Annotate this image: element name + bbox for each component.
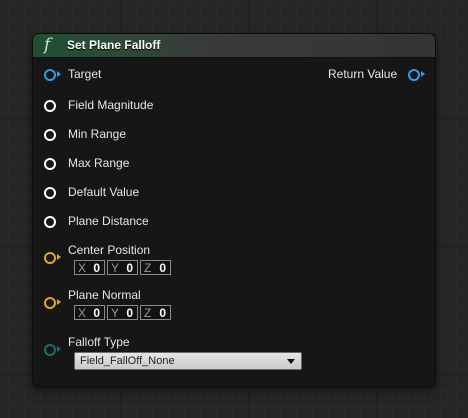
center-position-z-field[interactable]: Z 0 (140, 260, 171, 275)
x-value: 0 (93, 306, 100, 320)
field-magnitude-label: Field Magnitude (68, 98, 154, 112)
z-value: 0 (159, 306, 166, 320)
plane-normal-vector: X 0 Y 0 Z 0 (74, 305, 174, 321)
field-magnitude-pin[interactable] (44, 100, 56, 112)
max-range-pin[interactable] (44, 158, 56, 170)
node-header[interactable]: f Set Plane Falloff (33, 34, 435, 58)
y-axis-label: Y (111, 306, 120, 320)
z-axis-label: Z (144, 306, 152, 320)
plane-normal-y-field[interactable]: Y 0 (107, 305, 138, 320)
y-value: 0 (126, 306, 133, 320)
plane-distance-label: Plane Distance (68, 214, 149, 228)
falloff-type-label: Falloff Type (68, 335, 130, 349)
pin-arrow-icon (57, 254, 61, 260)
target-pin[interactable] (44, 69, 56, 81)
node-title: Set Plane Falloff (67, 38, 161, 52)
pin-row-plane-distance: Plane Distance (33, 213, 233, 229)
x-axis-label: X (78, 261, 87, 275)
y-value: 0 (126, 261, 133, 275)
pin-arrow-icon (57, 346, 61, 352)
plane-normal-x-field[interactable]: X 0 (74, 305, 105, 320)
plane-distance-pin[interactable] (44, 216, 56, 228)
pin-arrow-icon (57, 71, 61, 77)
function-icon: f (44, 35, 51, 55)
return-value-label: Return Value (328, 67, 398, 81)
target-label: Target (68, 67, 102, 81)
pin-row-falloff-type: Falloff Type (33, 334, 233, 350)
y-axis-label: Y (111, 261, 120, 275)
pin-row-max-range: Max Range (33, 155, 233, 171)
falloff-type-dropdown[interactable]: Field_FallOff_None (74, 352, 302, 370)
center-position-x-field[interactable]: X 0 (74, 260, 105, 275)
center-position-vector: X 0 Y 0 Z 0 (74, 260, 174, 276)
plane-normal-label: Plane Normal (68, 288, 141, 302)
center-position-y-field[interactable]: Y 0 (107, 260, 138, 275)
pin-row-field-magnitude: Field Magnitude (33, 97, 233, 113)
plane-normal-pin[interactable] (44, 297, 56, 309)
pin-row-plane-normal: Plane Normal (33, 287, 233, 303)
center-position-label: Center Position (68, 243, 151, 257)
falloff-type-selected: Field_FallOff_None (80, 355, 175, 367)
pin-row-default-value: Default Value (33, 184, 233, 200)
pin-arrow-icon (421, 71, 425, 77)
pin-row-target: Target (33, 66, 233, 82)
pin-row-center-position: Center Position (33, 242, 233, 258)
blueprint-node-set-plane-falloff[interactable]: f Set Plane Falloff Target Return Value … (33, 34, 435, 386)
min-range-label: Min Range (68, 127, 127, 141)
center-position-pin[interactable] (44, 252, 56, 264)
pin-arrow-icon (57, 299, 61, 305)
z-axis-label: Z (144, 261, 152, 275)
max-range-label: Max Range (68, 156, 130, 170)
return-value-pin[interactable] (408, 69, 420, 81)
pin-row-min-range: Min Range (33, 126, 233, 142)
x-value: 0 (93, 261, 100, 275)
z-value: 0 (159, 261, 166, 275)
min-range-pin[interactable] (44, 129, 56, 141)
falloff-type-pin[interactable] (44, 344, 56, 356)
default-value-label: Default Value (68, 185, 140, 199)
default-value-pin[interactable] (44, 187, 56, 199)
x-axis-label: X (78, 306, 87, 320)
chevron-down-icon (287, 359, 295, 364)
plane-normal-z-field[interactable]: Z 0 (140, 305, 171, 320)
pin-row-return-value: Return Value (303, 66, 435, 82)
